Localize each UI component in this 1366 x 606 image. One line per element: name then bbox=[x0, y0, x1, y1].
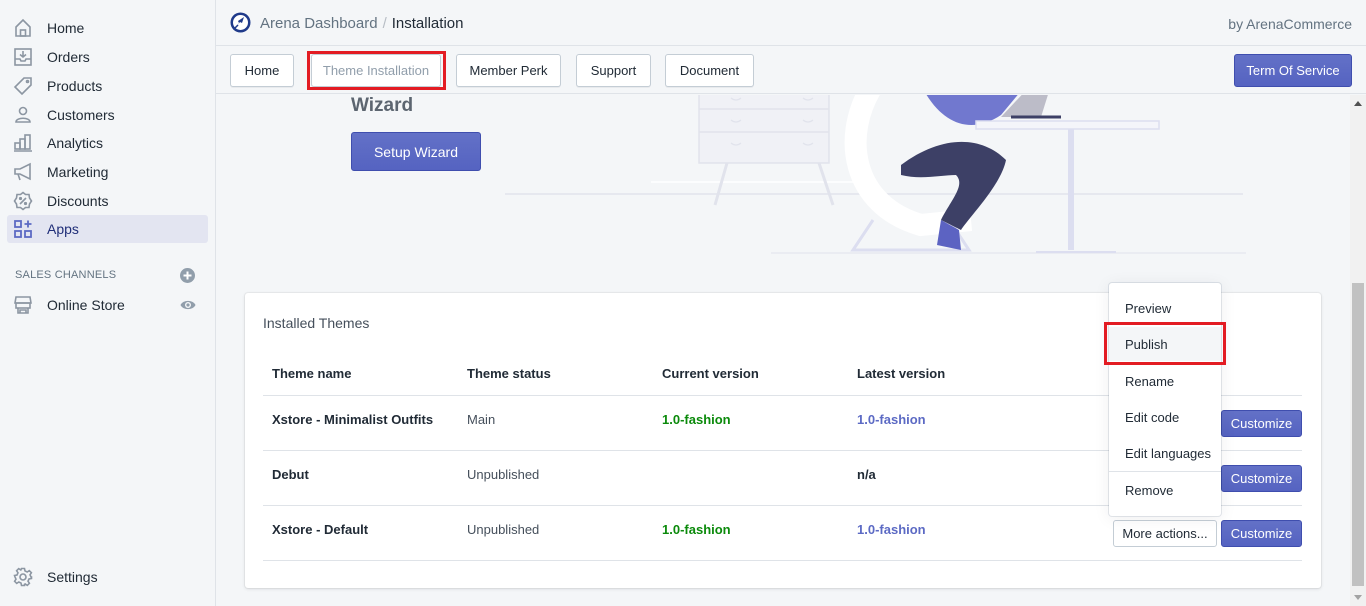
tab-member-perk[interactable]: Member Perk bbox=[456, 54, 561, 87]
tab-bar: Home Theme Installation Member Perk Supp… bbox=[216, 46, 1366, 94]
sidebar-item-settings[interactable]: Settings bbox=[7, 563, 208, 591]
sidebar-item-label: Discounts bbox=[47, 193, 109, 209]
menu-item-remove[interactable]: Remove bbox=[1109, 473, 1221, 507]
breadcrumb: Arena Dashboard / Installation bbox=[260, 15, 463, 32]
gear-icon bbox=[13, 567, 33, 587]
theme-status: Main bbox=[467, 412, 496, 427]
breadcrumb-separator: / bbox=[382, 15, 387, 32]
scroll-down-arrow-icon[interactable] bbox=[1354, 595, 1362, 600]
sidebar-item-label: Settings bbox=[47, 569, 98, 585]
sidebar-item-label: Apps bbox=[47, 221, 79, 237]
theme-status: Unpublished bbox=[467, 467, 540, 482]
bar-chart-icon bbox=[13, 133, 33, 153]
sidebar-item-customers[interactable]: Customers bbox=[7, 101, 208, 129]
sidebar-item-online-store[interactable]: Online Store bbox=[7, 291, 208, 319]
workspace-illustration bbox=[505, 95, 1246, 254]
discount-icon bbox=[13, 191, 33, 211]
setup-wizard-button[interactable]: Setup Wizard bbox=[351, 132, 481, 171]
orders-icon bbox=[13, 47, 33, 67]
menu-item-publish[interactable]: Publish bbox=[1109, 327, 1221, 361]
more-actions-menu: Preview Publish Rename Edit code Edit la… bbox=[1109, 283, 1221, 516]
column-header-theme-status: Theme status bbox=[467, 366, 551, 381]
tag-icon bbox=[13, 76, 33, 96]
latest-version: 1.0-fashion bbox=[857, 412, 926, 427]
sidebar-item-label: Online Store bbox=[47, 297, 125, 313]
menu-item-edit-code[interactable]: Edit code bbox=[1109, 400, 1221, 434]
sidebar-item-label: Analytics bbox=[47, 135, 104, 151]
sidebar-item-label: Customers bbox=[47, 107, 115, 123]
sales-channels-title: SALES CHANNELS bbox=[15, 269, 117, 281]
view-store-button[interactable] bbox=[180, 298, 196, 312]
theme-name: Xstore - Minimalist Outfits bbox=[272, 412, 434, 427]
menu-item-rename[interactable]: Rename bbox=[1109, 364, 1221, 398]
theme-name: Debut bbox=[272, 467, 309, 482]
arena-logo-icon bbox=[230, 12, 251, 33]
column-header-current-version: Current version bbox=[662, 366, 759, 381]
column-header-theme-name: Theme name bbox=[272, 366, 352, 381]
latest-version: 1.0-fashion bbox=[857, 522, 926, 537]
menu-item-preview[interactable]: Preview bbox=[1109, 291, 1221, 325]
theme-status: Unpublished bbox=[467, 522, 540, 537]
sidebar-item-discounts[interactable]: Discounts bbox=[7, 187, 208, 215]
sidebar-item-label: Products bbox=[47, 78, 103, 94]
sidebar-item-label: Marketing bbox=[47, 164, 109, 180]
more-actions-button[interactable]: More actions... bbox=[1113, 520, 1217, 547]
plus-circle-icon bbox=[180, 268, 195, 283]
sidebar-item-analytics[interactable]: Analytics bbox=[7, 129, 208, 157]
tab-theme-installation[interactable]: Theme Installation bbox=[311, 54, 441, 87]
wizard-title: Wizard bbox=[351, 95, 414, 116]
divider bbox=[263, 560, 1302, 561]
sidebar-item-apps[interactable]: Apps bbox=[7, 215, 208, 243]
tab-document[interactable]: Document bbox=[665, 54, 754, 87]
person-icon bbox=[13, 105, 33, 125]
apps-icon bbox=[13, 219, 33, 239]
column-header-latest-version: Latest version bbox=[857, 366, 946, 381]
customize-button[interactable]: Customize bbox=[1221, 410, 1302, 437]
sidebar-item-orders[interactable]: Orders bbox=[7, 43, 208, 71]
app-header: Arena Dashboard / Installation by ArenaCom… bbox=[216, 0, 1366, 46]
menu-item-edit-languages[interactable]: Edit languages bbox=[1109, 436, 1221, 470]
sidebar-item-label: Orders bbox=[47, 49, 90, 65]
home-icon bbox=[13, 18, 33, 38]
sidebar-item-products[interactable]: Products bbox=[7, 72, 208, 100]
sidebar-item-home[interactable]: Home bbox=[7, 14, 208, 42]
eye-icon bbox=[180, 300, 196, 310]
scrollbar-thumb[interactable] bbox=[1352, 283, 1364, 586]
store-icon bbox=[13, 295, 33, 315]
sidebar: Home Orders Products Customers Analytics… bbox=[0, 0, 216, 606]
latest-version: n/a bbox=[857, 467, 876, 482]
customize-button[interactable]: Customize bbox=[1221, 520, 1302, 547]
tab-home[interactable]: Home bbox=[230, 54, 294, 87]
card-title: Installed Themes bbox=[263, 315, 370, 331]
breadcrumb-current-page: Installation bbox=[391, 15, 464, 32]
current-version: 1.0-fashion bbox=[662, 412, 731, 427]
by-line: by ArenaCommerce bbox=[1228, 16, 1352, 32]
sidebar-item-marketing[interactable]: Marketing bbox=[7, 158, 208, 186]
current-version: 1.0-fashion bbox=[662, 522, 731, 537]
tab-support[interactable]: Support bbox=[576, 54, 651, 87]
vertical-scrollbar[interactable] bbox=[1350, 95, 1366, 606]
add-sales-channel-button[interactable] bbox=[180, 268, 195, 283]
menu-divider bbox=[1109, 471, 1221, 472]
term-of-service-button[interactable]: Term Of Service bbox=[1234, 54, 1352, 87]
breadcrumb-app-link[interactable]: Arena Dashboard bbox=[260, 15, 378, 32]
scroll-up-arrow-icon[interactable] bbox=[1354, 101, 1362, 106]
megaphone-icon bbox=[13, 162, 33, 182]
theme-name: Xstore - Default bbox=[272, 522, 369, 537]
sidebar-item-label: Home bbox=[47, 20, 85, 36]
customize-button[interactable]: Customize bbox=[1221, 465, 1302, 492]
